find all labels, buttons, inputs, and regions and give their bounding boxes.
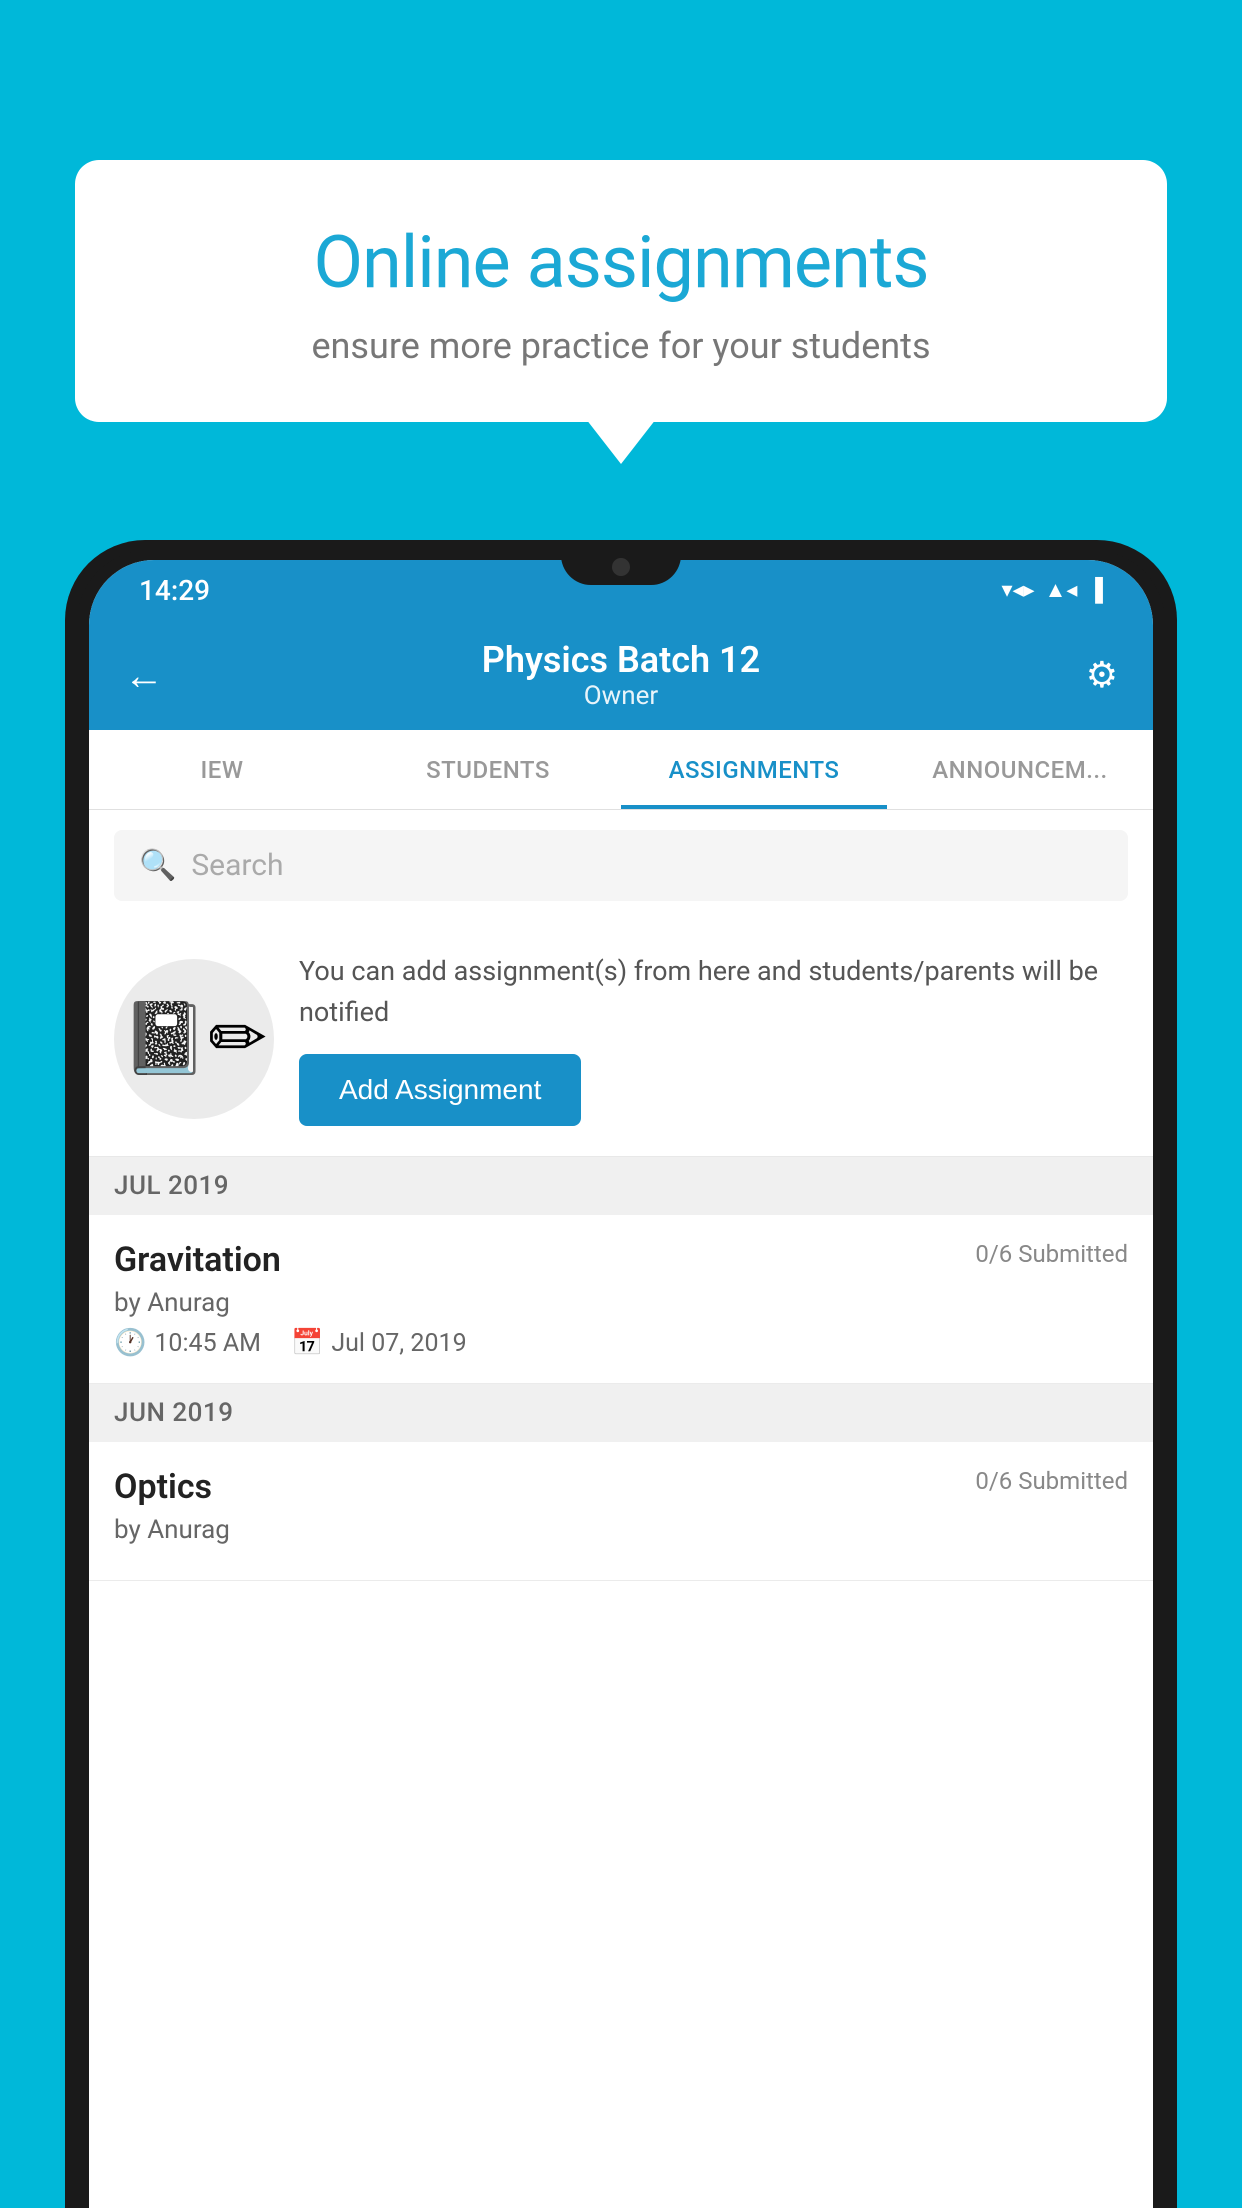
- search-bar[interactable]: 🔍 Search: [114, 830, 1128, 901]
- notebook-icon: 📓✏: [121, 997, 267, 1080]
- assignment-author: by Anurag: [114, 1288, 1128, 1318]
- promo-icon-circle: 📓✏: [114, 959, 274, 1119]
- speech-bubble: Online assignments ensure more practice …: [75, 160, 1167, 422]
- assignment-time: 10:45 AM: [154, 1329, 261, 1358]
- search-input[interactable]: Search: [191, 848, 283, 883]
- promo-text-area: You can add assignment(s) from here and …: [299, 951, 1128, 1126]
- assignment-submitted-optics: 0/6 Submitted: [975, 1467, 1128, 1495]
- tab-iew[interactable]: IEW: [89, 730, 355, 809]
- settings-button[interactable]: ⚙: [1068, 654, 1118, 696]
- calendar-icon: 📅: [291, 1328, 323, 1358]
- notch: [561, 550, 681, 585]
- assignment-name: Gravitation: [114, 1240, 281, 1280]
- month-header-jul: JUL 2019: [89, 1157, 1153, 1215]
- assignment-item-optics[interactable]: Optics 0/6 Submitted by Anurag: [89, 1442, 1153, 1581]
- status-icons: ▾◂▸ ▲◂ ▐: [1001, 577, 1103, 603]
- assignment-top-row: Gravitation 0/6 Submitted: [114, 1240, 1128, 1280]
- camera: [612, 558, 630, 576]
- meta-date: 📅 Jul 07, 2019: [291, 1328, 467, 1358]
- app-bar: ← Physics Batch 12 Owner ⚙: [89, 620, 1153, 730]
- clock-icon: 🕐: [114, 1328, 146, 1358]
- content-area: 🔍 Search 📓✏ You can add assignment(s) fr…: [89, 810, 1153, 2208]
- battery-icon: ▐: [1087, 577, 1103, 603]
- back-button[interactable]: ←: [124, 652, 174, 699]
- phone-frame: 14:29 ▾◂▸ ▲◂ ▐ ← Physics Batch 12 Owner …: [65, 540, 1177, 2208]
- meta-time: 🕐 10:45 AM: [114, 1328, 261, 1358]
- app-bar-subtitle: Owner: [482, 681, 760, 711]
- search-icon: 🔍: [139, 848, 176, 883]
- assignment-name-optics: Optics: [114, 1467, 212, 1507]
- tab-students[interactable]: STUDENTS: [355, 730, 621, 809]
- signal-icon: ▲◂: [1045, 577, 1078, 603]
- app-bar-title: Physics Batch 12: [482, 639, 760, 681]
- app-bar-center: Physics Batch 12 Owner: [482, 639, 760, 711]
- bubble-title: Online assignments: [145, 220, 1097, 305]
- tab-announcements[interactable]: ANNOUNCEM...: [887, 730, 1153, 809]
- assignment-author-optics: by Anurag: [114, 1515, 1128, 1545]
- tabs-bar: IEW STUDENTS ASSIGNMENTS ANNOUNCEM...: [89, 730, 1153, 810]
- promo-description: You can add assignment(s) from here and …: [299, 951, 1128, 1032]
- promo-section: 📓✏ You can add assignment(s) from here a…: [89, 921, 1153, 1157]
- screen: 14:29 ▾◂▸ ▲◂ ▐ ← Physics Batch 12 Owner …: [89, 560, 1153, 2208]
- assignment-submitted: 0/6 Submitted: [975, 1240, 1128, 1268]
- add-assignment-button[interactable]: Add Assignment: [299, 1054, 581, 1126]
- assignment-top-row-optics: Optics 0/6 Submitted: [114, 1467, 1128, 1507]
- phone-inner: 14:29 ▾◂▸ ▲◂ ▐ ← Physics Batch 12 Owner …: [77, 550, 1165, 2208]
- assignment-date: Jul 07, 2019: [331, 1329, 466, 1358]
- assignment-meta: 🕐 10:45 AM 📅 Jul 07, 2019: [114, 1328, 1128, 1358]
- tab-assignments[interactable]: ASSIGNMENTS: [621, 730, 887, 809]
- month-header-jun: JUN 2019: [89, 1384, 1153, 1442]
- search-container: 🔍 Search: [89, 810, 1153, 921]
- wifi-icon: ▾◂▸: [1001, 578, 1034, 603]
- speech-bubble-container: Online assignments ensure more practice …: [75, 160, 1167, 422]
- bubble-subtitle: ensure more practice for your students: [145, 325, 1097, 367]
- status-time: 14:29: [139, 574, 210, 607]
- assignment-item-gravitation[interactable]: Gravitation 0/6 Submitted by Anurag 🕐 10…: [89, 1215, 1153, 1384]
